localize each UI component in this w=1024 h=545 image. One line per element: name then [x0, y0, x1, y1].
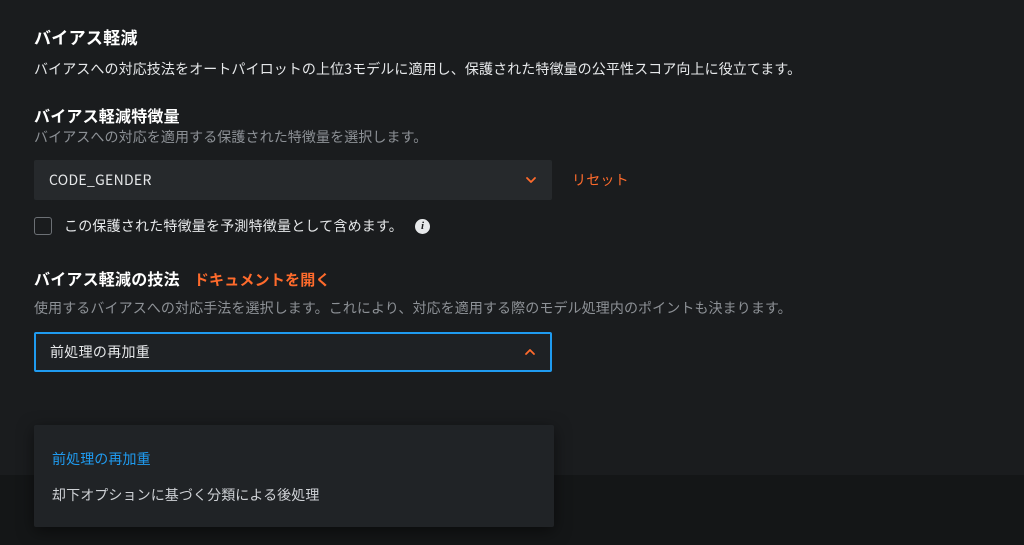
bias-mitigation-panel: バイアス軽減 バイアスへの対応技法をオートパイロットの上位3モデルに適用し、保護… — [0, 0, 1024, 372]
reset-button[interactable]: リセット — [572, 170, 629, 190]
dropdown-option[interactable]: 却下オプションに基づく分類による後処理 — [34, 477, 554, 513]
mitigation-technique-dropdown: 前処理の再加重 却下オプションに基づく分類による後処理 — [34, 425, 554, 527]
include-as-predictor-checkbox[interactable] — [34, 217, 52, 235]
technique-field-heading: バイアス軽減の技法 — [34, 266, 180, 290]
mitigation-technique-select[interactable]: 前処理の再加重 — [34, 332, 552, 372]
include-as-predictor-label: この保護された特徴量を予測特徴量として含めます。 — [64, 216, 403, 236]
info-icon[interactable]: i — [415, 219, 430, 234]
page-title: バイアス軽減 — [34, 24, 990, 49]
page-description: バイアスへの対応技法をオートパイロットの上位3モデルに適用し、保護された特徴量の… — [34, 59, 990, 81]
protected-feature-select[interactable]: CODE_GENDER — [34, 160, 552, 200]
feature-field-heading: バイアス軽減特徴量 — [34, 103, 990, 127]
chevron-up-icon — [524, 346, 536, 358]
open-documentation-link[interactable]: ドキュメントを開く — [194, 269, 331, 290]
dropdown-option[interactable]: 前処理の再加重 — [34, 441, 554, 477]
mitigation-technique-value: 前処理の再加重 — [50, 342, 524, 362]
feature-field-description: バイアスへの対応を適用する保護された特徴量を選択します。 — [34, 127, 990, 149]
chevron-down-icon — [525, 174, 537, 186]
technique-field-description: 使用するバイアスへの対応手法を選択します。これにより、対応を適用する際のモデル処… — [34, 298, 990, 320]
protected-feature-value: CODE_GENDER — [49, 170, 525, 190]
